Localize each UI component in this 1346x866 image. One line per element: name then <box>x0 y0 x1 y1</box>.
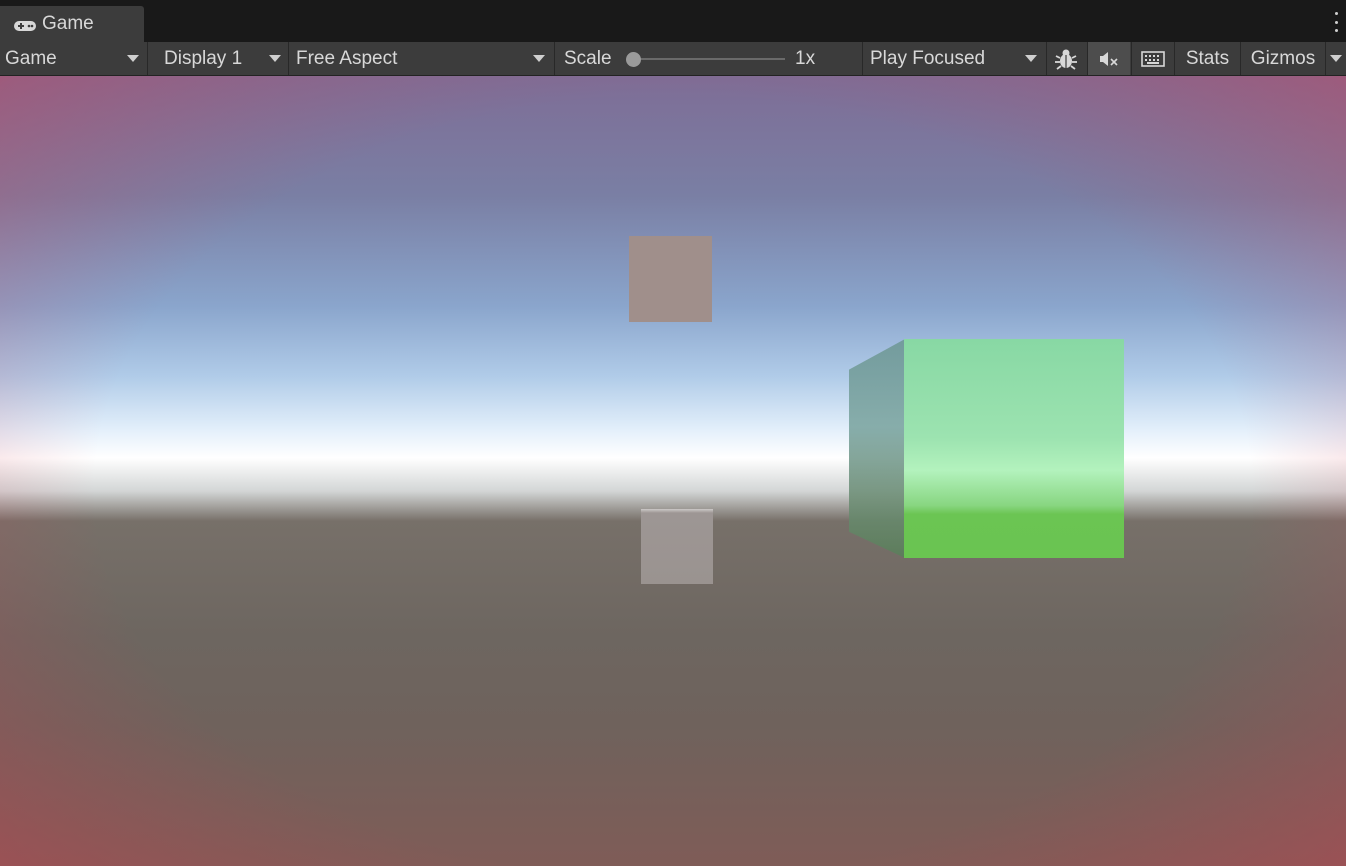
play-mode-label: Play Focused <box>870 48 986 69</box>
view-mode-label: Game <box>5 48 57 69</box>
display-label: Display 1 <box>164 48 243 69</box>
bug-icon[interactable] <box>1047 42 1085 75</box>
keyboard-icon[interactable] <box>1133 42 1173 75</box>
view-mode-dropdown[interactable]: Game <box>0 42 147 75</box>
divider <box>1174 42 1175 75</box>
chevron-down-icon <box>1025 55 1037 62</box>
scale-slider-handle[interactable] <box>626 52 641 67</box>
gizmos-label: Gizmos <box>1250 47 1316 69</box>
audio-mute-icon[interactable] <box>1088 42 1130 75</box>
chevron-down-icon <box>127 55 139 62</box>
divider <box>862 42 863 75</box>
game-toolbar: Game Display 1 Free Aspect Scale 1x Play… <box>0 42 1346 76</box>
gizmos-button[interactable]: Gizmos <box>1242 42 1324 75</box>
gamepad-icon <box>13 17 37 31</box>
tab-label: Game <box>42 13 94 34</box>
divider <box>1240 42 1241 75</box>
display-dropdown[interactable]: Display 1 <box>159 42 287 75</box>
stats-button[interactable]: Stats <box>1177 42 1238 75</box>
gizmos-dropdown[interactable] <box>1326 42 1346 75</box>
aspect-label: Free Aspect <box>296 48 398 69</box>
chevron-down-icon <box>269 55 281 62</box>
chevron-down-icon <box>1330 55 1342 62</box>
tab-game[interactable]: Game <box>0 6 144 42</box>
aspect-dropdown[interactable]: Free Aspect <box>291 42 553 75</box>
divider <box>1131 42 1132 75</box>
kebab-menu-icon[interactable] <box>1333 12 1339 32</box>
scale-slider-track[interactable] <box>633 58 785 60</box>
divider <box>554 42 555 75</box>
game-window: Game Game Display 1 Free Aspect Scale 1x <box>0 0 1346 866</box>
chevron-down-icon <box>533 55 545 62</box>
scale-control: Scale 1x <box>559 42 861 75</box>
game-viewport[interactable] <box>0 76 1346 866</box>
stats-label: Stats <box>1185 47 1230 69</box>
divider <box>147 42 148 75</box>
divider <box>288 42 289 75</box>
scale-value: 1x <box>795 48 816 69</box>
vignette-overlay <box>0 76 1346 866</box>
scale-label: Scale <box>564 48 612 69</box>
play-mode-dropdown[interactable]: Play Focused <box>865 42 1045 75</box>
tab-strip: Game <box>0 0 1346 42</box>
